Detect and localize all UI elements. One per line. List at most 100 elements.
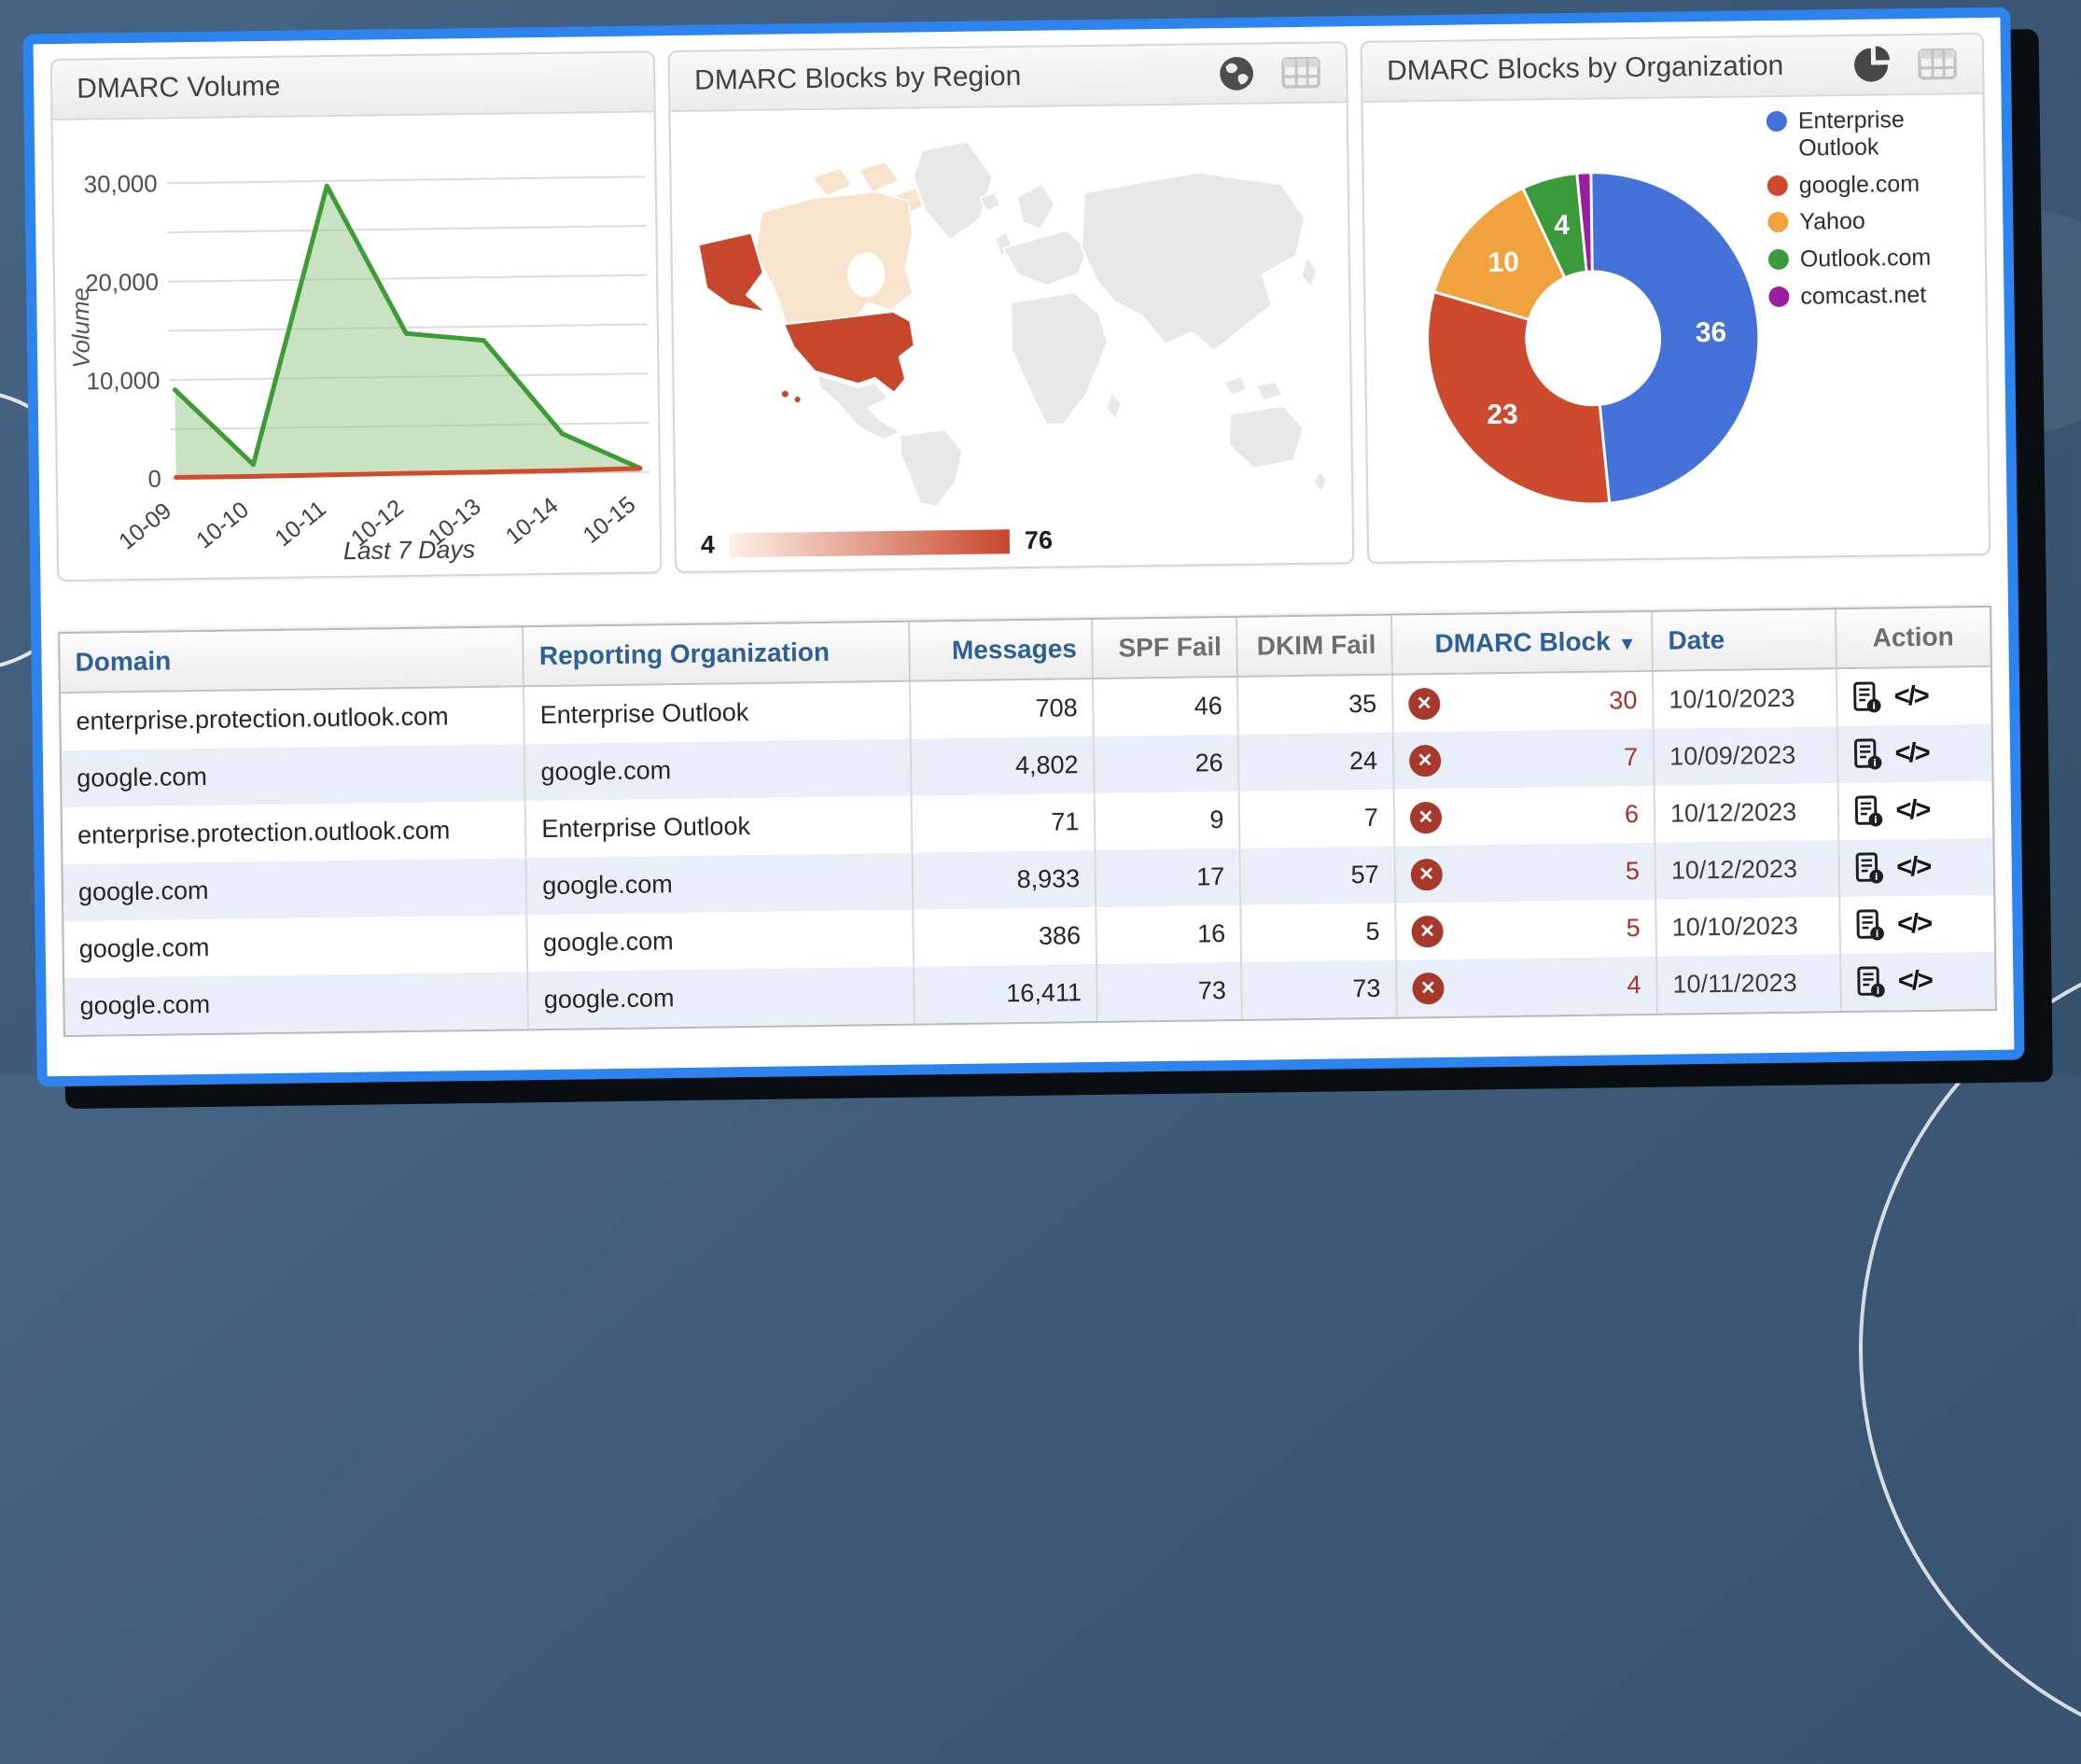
- cell-spf-fail: 46: [1093, 677, 1238, 736]
- donut-legend: Enterprise Outlookgoogle.comYahooOutlook…: [1767, 105, 1978, 321]
- column-header-action: Action: [1836, 608, 1990, 668]
- panel-header: DMARC Volume: [52, 52, 654, 120]
- panel-header: DMARC Blocks by Organization: [1362, 35, 1983, 103]
- svg-text:Last 7 Days: Last 7 Days: [343, 535, 476, 565]
- dmarc-block-count: 5: [1626, 914, 1640, 943]
- cell-messages: 4,802: [911, 736, 1095, 796]
- dmarc-fail-icon: ✕: [1409, 744, 1441, 776]
- legend-label: google.com: [1799, 170, 1920, 199]
- legend-swatch: [1767, 111, 1787, 132]
- column-header-dmarc-block[interactable]: DMARC Block▼: [1391, 612, 1653, 675]
- dmarc-block-count: 4: [1627, 971, 1641, 1000]
- svg-text:10-15: 10-15: [579, 492, 640, 549]
- cell-reporting-organization: Enterprise Outlook: [525, 796, 912, 859]
- cell-messages: 8,933: [912, 850, 1096, 910]
- column-header-date[interactable]: Date: [1652, 609, 1836, 671]
- dmarc-block-count: 7: [1624, 743, 1638, 772]
- cell-action: i </>: [1839, 895, 1994, 954]
- world-choropleth-map: [671, 103, 1352, 519]
- svg-text:0: 0: [147, 467, 161, 493]
- view-xml-icon[interactable]: </>: [1896, 852, 1930, 883]
- cell-domain: enterprise.protection.outlook.com: [63, 801, 526, 864]
- report-details-icon[interactable]: i: [1856, 965, 1885, 998]
- table-view-icon[interactable]: [1280, 55, 1322, 91]
- cell-reporting-organization: google.com: [524, 739, 911, 802]
- pie-chart-icon[interactable]: [1853, 45, 1893, 85]
- legend-item-enterprise-outlook: Enterprise Outlook: [1767, 105, 1976, 162]
- view-xml-icon[interactable]: </>: [1898, 966, 1932, 997]
- volume-area-chart: 010,00020,00030,00010-0910-1010-1110-121…: [53, 112, 661, 581]
- svg-text:10: 10: [1487, 247, 1519, 278]
- column-header-spf-fail: SPF Fail: [1092, 618, 1237, 679]
- cell-action: i </>: [1837, 724, 1991, 783]
- cell-spf-fail: 17: [1096, 848, 1241, 907]
- charts-row: DMARC Volume 010,00020,00030,00010-0910-…: [50, 33, 1990, 581]
- column-header-reporting-organization[interactable]: Reporting Organization: [523, 623, 909, 687]
- cell-dmarc-block: ✕5: [1395, 900, 1656, 960]
- svg-text:10-10: 10-10: [192, 497, 254, 554]
- dmarc-block-count: 5: [1626, 857, 1640, 886]
- choropleth-legend: 4 76: [701, 526, 1053, 560]
- column-header-domain[interactable]: Domain: [60, 627, 524, 693]
- cell-domain: google.com: [63, 915, 527, 978]
- svg-text:20,000: 20,000: [85, 270, 159, 297]
- svg-text:i: i: [1875, 930, 1878, 940]
- cell-messages: 386: [913, 907, 1096, 967]
- cell-domain: google.com: [62, 744, 525, 807]
- svg-text:i: i: [1874, 873, 1878, 883]
- cell-dmarc-block: ✕4: [1396, 957, 1657, 1017]
- legend-item-yahoo: Yahoo: [1767, 206, 1976, 236]
- view-xml-icon[interactable]: </>: [1894, 738, 1928, 769]
- view-xml-icon[interactable]: </>: [1894, 681, 1928, 712]
- dmarc-block-count: 6: [1625, 800, 1639, 829]
- panel-title: DMARC Blocks by Organization: [1387, 50, 1784, 88]
- report-details-icon[interactable]: i: [1853, 794, 1882, 827]
- view-xml-icon[interactable]: </>: [1897, 909, 1931, 940]
- panel-title: DMARC Volume: [77, 71, 281, 105]
- view-xml-icon[interactable]: </>: [1895, 795, 1929, 826]
- cell-domain: google.com: [64, 972, 528, 1035]
- cell-dkim-fail: 5: [1241, 903, 1396, 962]
- svg-text:10-11: 10-11: [271, 497, 331, 553]
- report-details-icon[interactable]: i: [1852, 681, 1881, 714]
- cell-domain: enterprise.protection.outlook.com: [61, 686, 524, 750]
- cell-spf-fail: 73: [1096, 962, 1242, 1021]
- svg-text:i: i: [1873, 759, 1877, 769]
- report-details-icon[interactable]: i: [1854, 851, 1883, 884]
- cell-messages: 16,411: [914, 964, 1097, 1024]
- cell-dkim-fail: 35: [1237, 675, 1392, 735]
- report-details-icon[interactable]: i: [1855, 908, 1884, 941]
- country-canada: [754, 191, 914, 323]
- column-header-messages[interactable]: Messages: [909, 620, 1093, 681]
- country-us-alaska: [699, 232, 766, 312]
- cell-dmarc-block: ✕5: [1394, 843, 1655, 903]
- svg-text:10-14: 10-14: [501, 493, 563, 550]
- panel-dmarc-blocks-by-organization: DMARC Blocks by Organization: [1361, 33, 1991, 564]
- dmarc-fail-icon: ✕: [1412, 972, 1444, 1003]
- panel-dmarc-blocks-by-region: DMARC Blocks by Region: [668, 41, 1355, 573]
- legend-label: Enterprise Outlook: [1798, 105, 1976, 161]
- svg-text:36: 36: [1696, 317, 1727, 348]
- dmarc-block-count: 30: [1609, 686, 1637, 715]
- table-view-icon[interactable]: [1917, 46, 1959, 82]
- cell-date: 10/10/2023: [1653, 668, 1837, 729]
- cell-reporting-organization: Enterprise Outlook: [524, 681, 910, 745]
- cell-messages: 708: [910, 679, 1094, 739]
- svg-text:4: 4: [1554, 210, 1570, 241]
- legend-item-google-com: google.com: [1767, 170, 1976, 200]
- legend-label: Yahoo: [1799, 208, 1865, 236]
- dmarc-fail-icon: ✕: [1411, 915, 1443, 946]
- panel-header: DMARC Blocks by Region: [670, 43, 1347, 112]
- report-details-icon[interactable]: i: [1852, 738, 1881, 771]
- panel-title: DMARC Blocks by Region: [694, 61, 1022, 97]
- cell-spf-fail: 16: [1096, 905, 1242, 964]
- cell-date: 10/09/2023: [1654, 726, 1837, 786]
- cell-dkim-fail: 73: [1242, 960, 1397, 1019]
- legend-label: comcast.net: [1800, 282, 1926, 311]
- cell-spf-fail: 26: [1094, 735, 1239, 793]
- dmarc-report-table: DomainReporting OrganizationMessagesSPF …: [58, 606, 1997, 1037]
- cell-date: 10/12/2023: [1655, 840, 1838, 900]
- globe-icon[interactable]: [1217, 54, 1257, 94]
- cell-reporting-organization: google.com: [527, 910, 914, 973]
- cell-dkim-fail: 57: [1240, 847, 1395, 905]
